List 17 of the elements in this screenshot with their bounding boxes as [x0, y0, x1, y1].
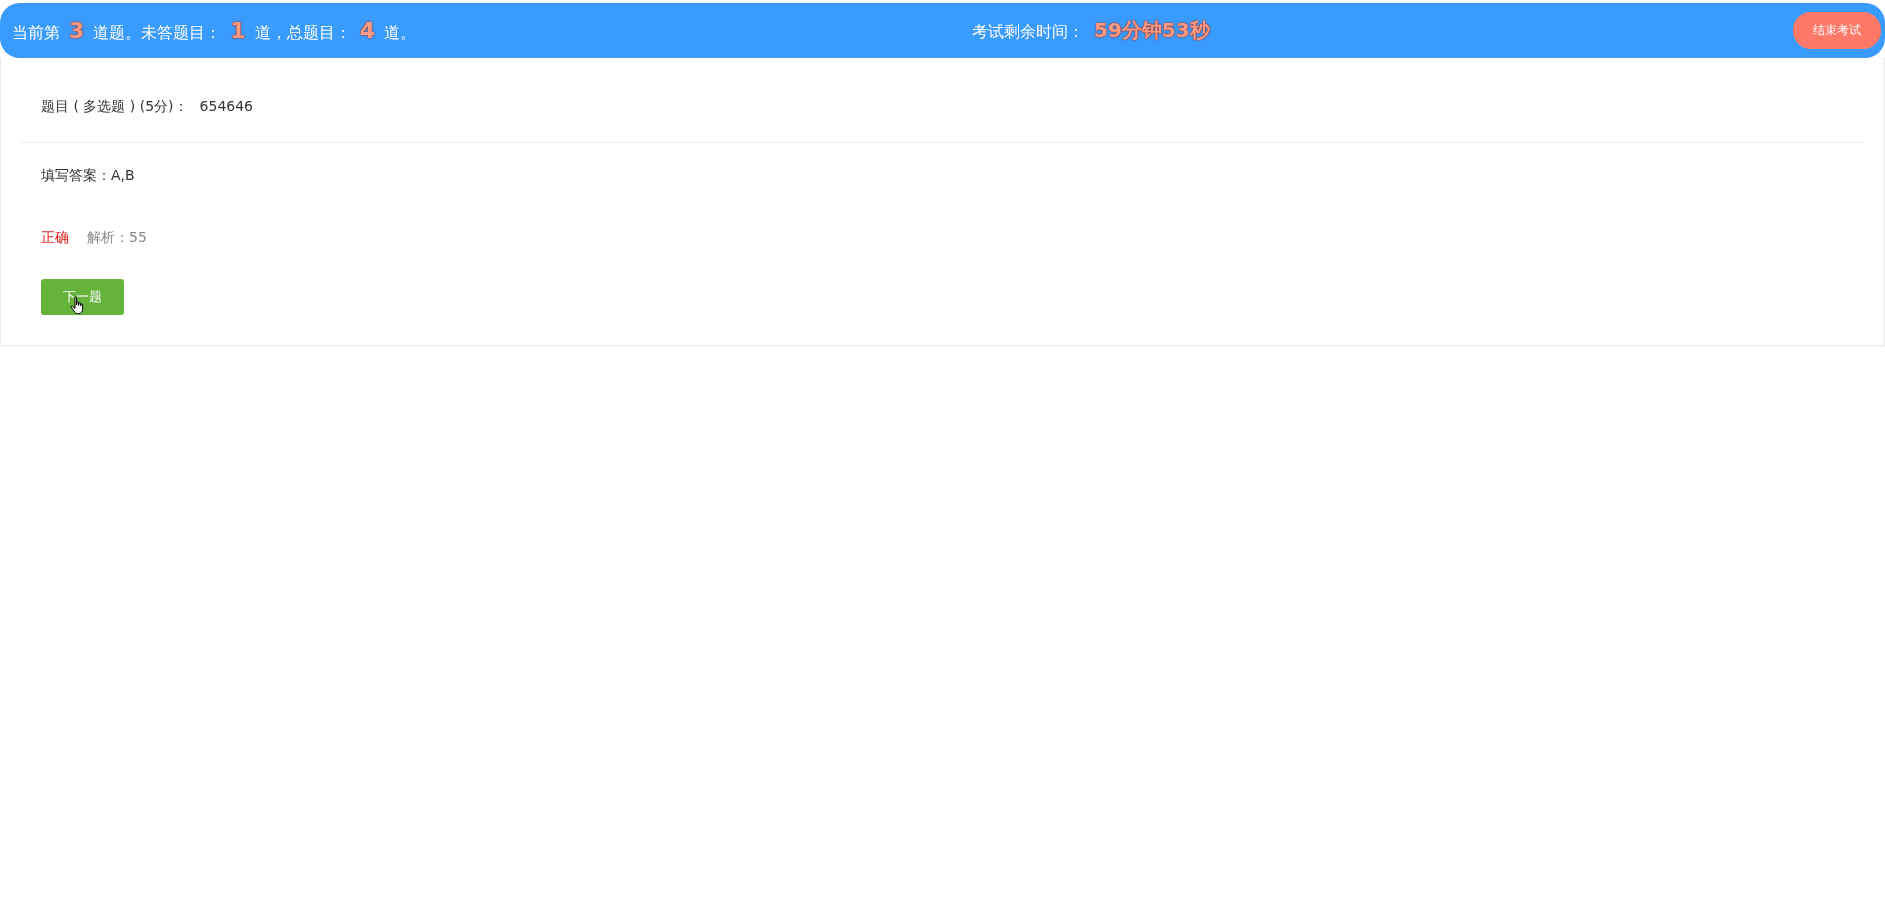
timer-value: 59分钟53秒 [1094, 17, 1210, 44]
timer-label: 考试剩余时间： [972, 22, 1084, 43]
answer-label: 填写答案： [41, 167, 111, 183]
count-number: 1 [230, 17, 246, 43]
progress-text: 道。 [383, 22, 416, 44]
answer-value: A,B [111, 167, 135, 183]
result-verdict: 正确 [41, 229, 69, 247]
progress-text: 道，总题目： [254, 22, 351, 44]
question-title: 题目 ( 多选题 ) (5分)： [41, 98, 188, 116]
explanation-text: 解析：55 [87, 229, 147, 247]
end-exam-button[interactable]: 结束考试 [1793, 12, 1881, 49]
count-number: 3 [69, 17, 85, 43]
question-content: 654646 [199, 98, 253, 116]
next-question-button[interactable]: 下一题 [41, 279, 124, 315]
progress-text: 道题。未答题目： [93, 22, 222, 44]
progress-text: 当前第 [12, 22, 60, 44]
count-number: 4 [359, 17, 375, 43]
